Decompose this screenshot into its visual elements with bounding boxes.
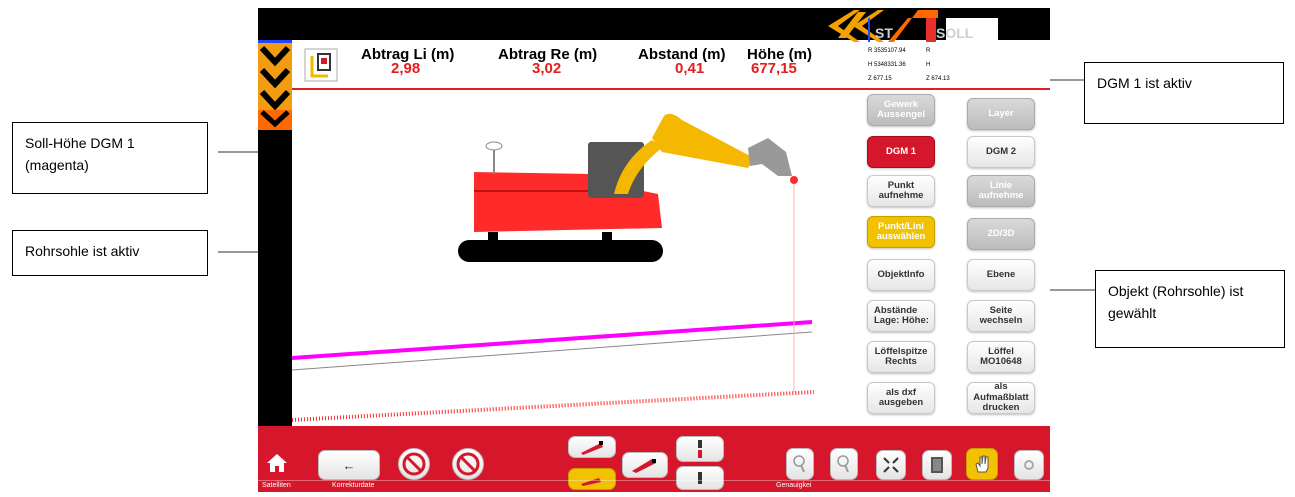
rohrsohle-line[interactable]	[292, 390, 815, 422]
fit-view-button[interactable]	[876, 450, 906, 480]
direction-chevrons-left	[258, 40, 292, 130]
metric-abtrag-re-value: 3,02	[532, 60, 562, 77]
zoom-out-button[interactable]	[830, 448, 858, 480]
app-logo-icon	[304, 48, 338, 82]
zoom-in-icon	[793, 455, 805, 473]
loeffelspitze-button[interactable]: Löffelspitze Rechts	[867, 341, 935, 373]
ist-label: ST	[875, 25, 893, 41]
no-correction-icon	[456, 452, 480, 476]
height-marker-icon	[698, 440, 702, 458]
bottom-divider-line	[258, 480, 1050, 481]
korrekturdaten-label: Korrekturdate	[332, 482, 375, 489]
genauigkeit-label: Genauigkei	[776, 482, 812, 489]
callout-rohrsohle: Rohrsohle ist aktiv	[12, 230, 208, 276]
soll-label: SOLL	[936, 25, 974, 41]
slope-view-icon	[581, 441, 603, 455]
map-button[interactable]	[922, 450, 952, 480]
als-dxf-button[interactable]: als dxf ausgeben	[867, 382, 935, 414]
callout-dgm-aktiv-text: DGM 1 ist aktiv	[1097, 75, 1192, 91]
satelliten-label: Satelliten	[262, 482, 291, 489]
home-icon[interactable]	[266, 452, 288, 474]
satellite-off-button[interactable]	[398, 448, 430, 480]
no-satellite-icon	[402, 452, 426, 476]
callout-dgm-aktiv: DGM 1 ist aktiv	[1084, 62, 1284, 124]
punkt-linie-auswaehlen-button[interactable]: Punkt/Lini auswählen	[867, 216, 935, 248]
coord-h-soll: H	[926, 62, 931, 68]
objektinfo-button[interactable]: ObjektInfo	[867, 259, 935, 291]
view-2d3d-button[interactable]: 2D/3D	[967, 218, 1035, 250]
height-marker-bottom-button[interactable]	[676, 466, 724, 490]
layer-button[interactable]: Layer	[967, 98, 1035, 130]
gewerk-button[interactable]: Gewerk Aussengel	[867, 94, 935, 126]
zoom-in-button[interactable]	[786, 448, 814, 480]
dgm1-button[interactable]: DGM 1	[867, 136, 935, 168]
view-mode-top-button[interactable]	[568, 436, 616, 458]
back-button[interactable]: ←	[318, 450, 380, 480]
excavator-icon	[458, 113, 798, 262]
metric-abstand-value: 0,41	[675, 60, 705, 77]
callout-objekt-gewaehlt: Objekt (Rohrsohle) ist gewählt	[1095, 270, 1285, 348]
coord-r-ist: R 3535107.94	[868, 48, 906, 54]
loeffel-button[interactable]: Löffel MO10648	[967, 341, 1035, 373]
correction-off-button[interactable]	[452, 448, 484, 480]
abstaende-button[interactable]: Abstände Lage: Höhe:	[867, 300, 935, 332]
dgm2-button[interactable]: DGM 2	[967, 136, 1035, 168]
height-marker-top-button[interactable]	[676, 436, 724, 462]
coord-r-soll: R	[926, 48, 931, 54]
metric-abtrag-li-value: 2,98	[391, 60, 421, 77]
height-marker-down-icon	[698, 472, 702, 484]
slope-view-selected-icon	[581, 478, 601, 486]
view-mode-bottom-button[interactable]	[568, 468, 616, 490]
zoom-out-icon	[837, 455, 849, 473]
ebene-button[interactable]: Ebene	[967, 259, 1035, 291]
bottom-toolbar: ← Satelliten Korrekturdate Genauigkei	[258, 426, 1050, 492]
expand-icon	[883, 457, 899, 473]
dgm1-surface-line[interactable]	[292, 320, 813, 360]
seite-wechseln-button[interactable]: Seite wechseln	[967, 300, 1035, 332]
pen-button[interactable]	[622, 452, 668, 478]
pen-icon	[632, 459, 656, 473]
hand-icon	[975, 455, 989, 473]
app-screen: Abtrag Li (m) 2,98 Abtrag Re (m) 3,02 Ab…	[258, 8, 1050, 492]
callout-objekt-gewaehlt-text: Objekt (Rohrsohle) ist gewählt	[1108, 283, 1244, 321]
coord-h-ist: H 5348331.36	[868, 62, 906, 68]
info-button[interactable]	[1014, 450, 1044, 480]
map-icon	[931, 457, 943, 473]
linie-aufnehmen-button[interactable]: Linie aufnehme	[967, 175, 1035, 207]
punkt-aufnehmen-button[interactable]: Punkt aufnehme	[867, 175, 935, 207]
als-aufmassblatt-button[interactable]: als Aufmaßblatt drucken	[967, 382, 1035, 414]
callout-rohrsohle-text: Rohrsohle ist aktiv	[25, 243, 140, 259]
pan-button[interactable]	[966, 448, 998, 480]
coord-z-soll: Z 674.13	[926, 76, 950, 82]
metric-hoehe-value: 677,15	[751, 60, 797, 77]
coord-z-ist: Z 677.15	[868, 76, 892, 82]
callout-soll-hoehe-text: Soll-Höhe DGM 1 (magenta)	[25, 135, 135, 173]
site-view[interactable]	[292, 90, 852, 426]
settings-icon	[1024, 460, 1034, 470]
callout-soll-hoehe: Soll-Höhe DGM 1 (magenta)	[12, 122, 208, 194]
